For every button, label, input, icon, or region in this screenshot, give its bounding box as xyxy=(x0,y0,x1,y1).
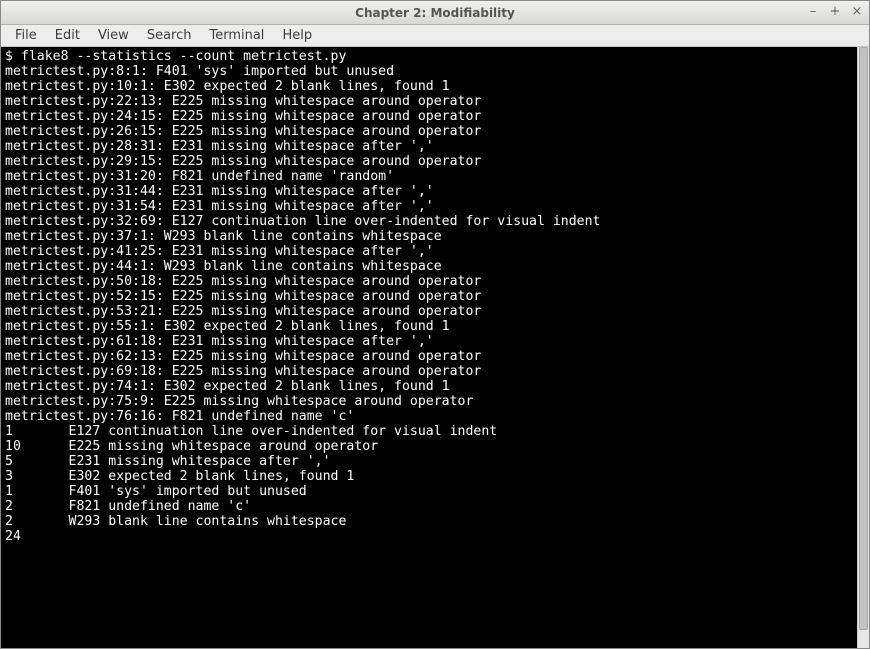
menu-help[interactable]: Help xyxy=(274,26,320,45)
window-titlebar: Chapter 2: Modifiability – + × xyxy=(1,1,869,25)
window-controls: – + × xyxy=(805,3,865,19)
maximize-icon[interactable]: + xyxy=(827,3,843,19)
menu-view[interactable]: View xyxy=(90,26,137,45)
close-icon[interactable]: × xyxy=(849,3,865,19)
terminal-area: $ flake8 --statistics --count metrictest… xyxy=(1,47,869,648)
scrollbar-vertical[interactable] xyxy=(857,47,869,648)
minimize-icon[interactable]: – xyxy=(805,3,821,19)
menu-search[interactable]: Search xyxy=(139,26,200,45)
menu-edit[interactable]: Edit xyxy=(47,26,88,45)
terminal-output[interactable]: $ flake8 --statistics --count metrictest… xyxy=(1,47,857,648)
menu-terminal[interactable]: Terminal xyxy=(201,26,272,45)
menubar: File Edit View Search Terminal Help xyxy=(1,25,869,47)
scrollbar-thumb[interactable] xyxy=(859,47,868,630)
menu-file[interactable]: File xyxy=(7,26,45,45)
window-title: Chapter 2: Modifiability xyxy=(1,6,869,20)
